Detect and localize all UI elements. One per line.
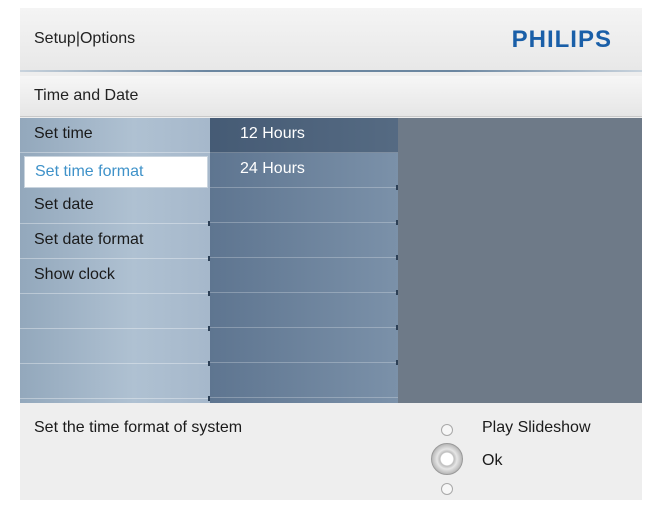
menu-area: Set time Set time format Set date Set da…	[20, 118, 642, 403]
help-text: Set the time format of system	[34, 419, 243, 436]
menu-item-show-clock[interactable]: Show clock	[20, 259, 213, 296]
photo-frame-screen: Setup|Options PHILIPS Time and Date Set …	[20, 8, 642, 500]
footer-bar: Set the time format of system Play Slide…	[20, 403, 642, 500]
menu-item-label: Set date	[34, 196, 94, 213]
menu-item-label: Set time format	[35, 163, 144, 180]
options-menu: Set time Set time format Set date Set da…	[20, 118, 213, 403]
empty-submenu-row	[210, 258, 401, 295]
empty-submenu-row	[210, 293, 401, 330]
ok-button-icon[interactable]	[431, 443, 463, 475]
submenu-item-label: 12 Hours	[240, 125, 305, 142]
small-button-icon[interactable]	[441, 424, 453, 436]
menu-item-label: Set date format	[34, 231, 144, 248]
submenu: 12 Hours 24 Hours	[210, 118, 401, 403]
empty-menu-row	[20, 364, 213, 401]
section-title: Time and Date	[34, 87, 139, 104]
empty-menu-row	[20, 329, 213, 366]
submenu-item-24-hours[interactable]: 24 Hours	[210, 153, 401, 190]
philips-logo: PHILIPS	[511, 26, 612, 53]
submenu-item-12-hours[interactable]: 12 Hours	[210, 118, 398, 153]
menu-item-label: Set time	[34, 125, 93, 142]
menu-item-label: Show clock	[34, 266, 115, 283]
empty-submenu-row	[210, 328, 401, 365]
empty-submenu-row	[210, 363, 398, 398]
submenu-item-label: 24 Hours	[240, 160, 305, 177]
play-slideshow-label: Play Slideshow	[482, 419, 591, 436]
menu-item-set-time-format[interactable]: Set time format	[24, 156, 208, 188]
section-header: Time and Date	[20, 76, 642, 117]
menu-item-set-date[interactable]: Set date	[20, 189, 213, 226]
empty-submenu-row	[210, 188, 401, 225]
empty-submenu-row	[210, 223, 401, 260]
menu-item-set-time[interactable]: Set time	[20, 118, 210, 153]
header-divider	[20, 70, 642, 72]
ok-label: Ok	[482, 452, 503, 469]
empty-menu-row	[20, 294, 213, 331]
header-bar: Setup|Options PHILIPS	[20, 8, 642, 70]
preview-panel	[398, 118, 642, 403]
menu-item-set-date-format[interactable]: Set date format	[20, 224, 213, 261]
small-button-icon[interactable]	[441, 483, 453, 495]
breadcrumb: Setup|Options	[34, 30, 136, 47]
